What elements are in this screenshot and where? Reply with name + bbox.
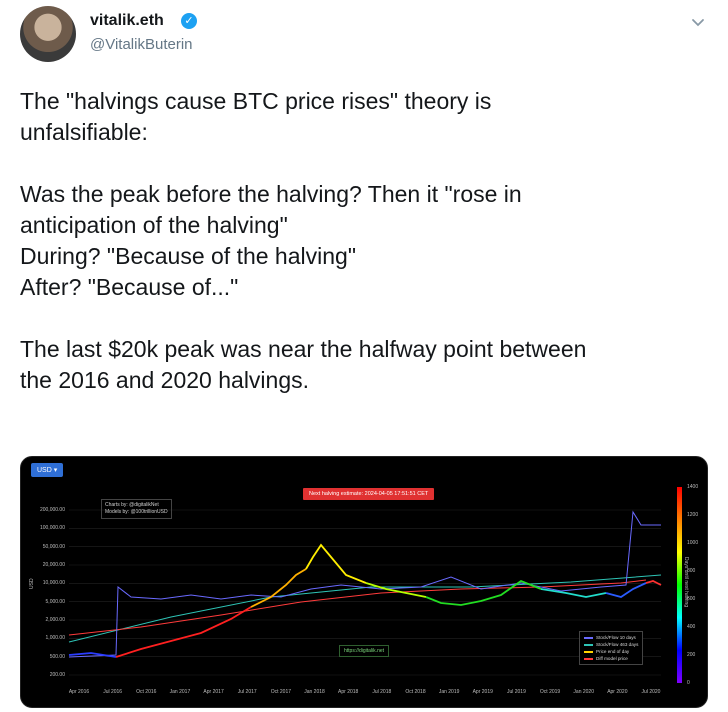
- y-tick-label: 2,000.00: [45, 617, 65, 623]
- legend-swatch: [584, 636, 593, 639]
- colorbar-tick-label: 400: [687, 624, 696, 630]
- x-tick-label: Jan 2018: [304, 689, 325, 695]
- author-name[interactable]: vitalik.eth: [90, 12, 164, 30]
- colorbar-title: Days until next halving: [683, 557, 689, 608]
- avatar[interactable]: [20, 6, 76, 62]
- halving-notice: Next halving estimate: 2024-04-05 17:51:…: [303, 488, 435, 500]
- y-tick-label: 500.00: [49, 653, 65, 660]
- y-axis-title: USD: [29, 578, 35, 589]
- legend-label: Price end of day: [596, 649, 630, 654]
- legend-swatch: [584, 650, 593, 653]
- tweet-line: After? "Because of...": [20, 274, 239, 300]
- colorbar-tick-label: 1000: [687, 540, 699, 546]
- verified-badge-icon: ✓: [181, 13, 197, 29]
- y-tick-label: 20,000.00: [42, 562, 65, 568]
- x-tick-label: Apr 2017: [203, 689, 224, 695]
- legend-entry: Diff model price: [584, 655, 638, 662]
- legend-swatch: [584, 657, 593, 660]
- y-tick-label: 200,000.00: [39, 507, 65, 513]
- chart-credits: Charts by: @digitalikNet Models by: @100…: [101, 499, 172, 519]
- x-tick-label: Oct 2017: [270, 689, 292, 695]
- x-tick-label: Jan 2017: [169, 689, 191, 695]
- x-tick-label: Jul 2019: [506, 689, 526, 695]
- x-tick-label: Jul 2016: [103, 689, 123, 695]
- legend-swatch: [584, 643, 593, 646]
- credits-line: Models by: @100trillionUSD: [105, 509, 168, 515]
- series-line-price: [305, 543, 367, 584]
- credits-line: Charts by: @digitalikNet: [105, 502, 159, 508]
- x-tick-label: Jan 2020: [573, 689, 594, 695]
- colorbar-tick-label: 1200: [687, 512, 699, 518]
- x-tick-label: Oct 2019: [539, 689, 561, 695]
- y-tick-label: 100,000.00: [39, 525, 65, 532]
- currency-button[interactable]: USD ▾: [31, 463, 64, 477]
- colorbar-tick-label: 0: [687, 680, 690, 686]
- y-tick-label: 50,000.00: [42, 543, 65, 550]
- colorbar-tick-label: 200: [687, 652, 696, 658]
- x-tick-label: Apr 2020: [607, 689, 628, 695]
- legend-label: Diff model price: [596, 656, 628, 661]
- tweet-line: anticipation of the halving": [20, 212, 288, 238]
- tweet-line: unfalsifiable:: [20, 119, 148, 145]
- tweet-line: During? "Because of the halving": [20, 243, 356, 269]
- series-line-price: [365, 582, 427, 598]
- legend-label: Stock/Flow 463 days: [596, 642, 639, 647]
- tweet-line: The "halvings cause BTC price rises" the…: [20, 88, 492, 114]
- x-tick-label: Apr 2019: [472, 689, 493, 695]
- legend-entry: Price end of day: [584, 648, 638, 655]
- tweet-text: The "halvings cause BTC price rises" the…: [20, 86, 720, 396]
- legend-entry: Stock/Flow 463 days: [584, 641, 638, 648]
- tweet-line: The last $20k peak was near the halfway …: [20, 336, 587, 362]
- x-tick-label: Apr 2018: [338, 689, 359, 695]
- legend-entry: Stock/Flow 10 days: [584, 634, 638, 641]
- series-line-sf10: [68, 510, 661, 658]
- tweet-media-chart[interactable]: USD ▾ Next halving estimate: 2024-04-05 …: [20, 456, 708, 708]
- author-handle[interactable]: @VitalikButerin: [90, 36, 193, 53]
- x-tick-label: Jul 2018: [372, 689, 392, 695]
- tweet-line: the 2016 and 2020 halvings.: [20, 367, 310, 393]
- y-tick-label: 200.00: [49, 672, 65, 678]
- legend-label: Stock/Flow 10 days: [596, 635, 636, 640]
- x-tick-label: Oct 2016: [136, 689, 157, 695]
- series-line-price: [250, 568, 307, 608]
- x-tick-label: Jul 2020: [641, 689, 661, 695]
- x-tick-label: Oct 2018: [405, 689, 426, 695]
- y-tick-label: 5,000.00: [45, 598, 65, 605]
- colorbar: [677, 487, 682, 683]
- tweet-line: Was the peak before the halving? Then it…: [20, 181, 522, 207]
- chevron-down-icon[interactable]: [690, 14, 706, 30]
- source-link[interactable]: https://digitalik.net: [339, 645, 390, 657]
- y-tick-label: 1,000.00: [45, 635, 65, 642]
- x-tick-label: Jul 2017: [237, 689, 257, 695]
- colorbar-tick-label: 1400: [687, 484, 699, 490]
- x-tick-label: Jan 2019: [438, 689, 460, 695]
- y-tick-label: 10,000.00: [42, 580, 65, 587]
- x-tick-label: Apr 2016: [68, 689, 90, 695]
- series-line-price: [645, 580, 662, 586]
- chart-legend: Stock/Flow 10 days Stock/Flow 463 days Pri…: [579, 631, 644, 665]
